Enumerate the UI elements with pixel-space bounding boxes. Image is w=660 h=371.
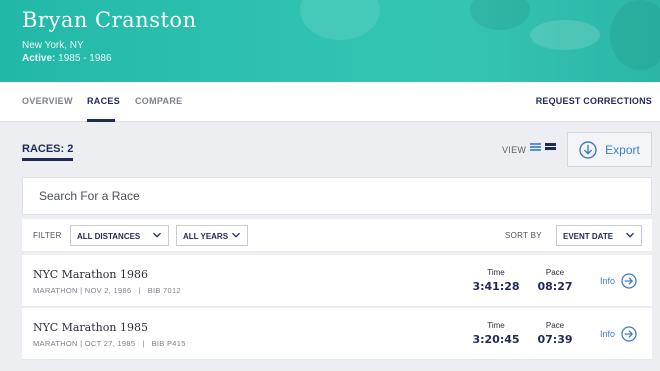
athlete-location: New York, NY: [22, 40, 84, 51]
view-label: VIEW: [502, 145, 527, 155]
pace-label: Pace: [545, 321, 565, 330]
chevron-down-icon: [153, 232, 161, 238]
race-search-box: [22, 177, 652, 215]
header-photo-shape: [610, 0, 660, 70]
compact-view-icon[interactable]: [545, 143, 556, 153]
distance-filter-select[interactable]: ALL DISTANCES: [70, 225, 169, 246]
arrow-right-circle-icon: [621, 326, 637, 342]
years-filter-value: ALL YEARS: [183, 232, 229, 241]
races-count: RACES: 2: [22, 143, 74, 161]
active-label: Active:: [22, 53, 56, 64]
active-range: 1985 - 1986: [58, 53, 112, 64]
time-label: Time: [487, 268, 505, 277]
race-type-date: MARATHON | NOV 2, 1986: [33, 286, 132, 295]
race-info-button[interactable]: Info: [600, 326, 637, 342]
years-filter-select[interactable]: ALL YEARS: [176, 225, 248, 246]
export-label: Export: [605, 142, 640, 157]
active-tab-indicator: [87, 119, 115, 122]
race-bib: BIB P415: [151, 339, 186, 348]
pace-value: 07:39: [537, 333, 573, 346]
race-info-button[interactable]: Info: [600, 273, 637, 289]
request-corrections-link[interactable]: REQUEST CORRECTIONS: [536, 96, 652, 106]
tab-bar: OVERVIEW RACES COMPARE REQUEST CORRECTIO…: [0, 82, 660, 122]
race-meta: MARATHON | OCT 27, 1985 | BIB P415: [33, 339, 186, 348]
distance-filter-value: ALL DISTANCES: [77, 232, 141, 241]
finish-time: 3:20:45: [472, 333, 520, 346]
sort-value: EVENT DATE: [563, 232, 614, 241]
pace-label: Pace: [545, 268, 565, 277]
race-type-date: MARATHON | OCT 27, 1985: [33, 339, 136, 348]
download-icon: [579, 140, 597, 159]
race-bib: BIB 7012: [147, 286, 181, 295]
list-view-icon[interactable]: [530, 143, 541, 153]
profile-header: Bryan Cranston New York, NY Active: 1985…: [0, 0, 660, 82]
athlete-active-years: Active: 1985 - 1986: [22, 53, 112, 64]
filter-label: FILTER: [33, 231, 62, 240]
sort-select[interactable]: EVENT DATE: [556, 225, 642, 246]
race-row[interactable]: NYC Marathon 1986 MARATHON | NOV 2, 1986…: [22, 255, 652, 307]
chevron-down-icon: [626, 232, 634, 238]
race-meta: MARATHON | NOV 2, 1986 | BIB 7012: [33, 286, 181, 295]
race-title[interactable]: NYC Marathon 1986: [33, 268, 148, 281]
header-photo-shape: [470, 0, 530, 30]
athlete-name: Bryan Cranston: [22, 8, 197, 32]
header-photo-shape: [300, 0, 380, 40]
sort-label: SORT BY: [505, 231, 542, 240]
export-button[interactable]: Export: [567, 132, 652, 167]
race-row[interactable]: NYC Marathon 1985 MARATHON | OCT 27, 198…: [22, 308, 652, 360]
info-label: Info: [600, 276, 616, 286]
arrow-right-circle-icon: [621, 273, 637, 289]
race-search-input[interactable]: [39, 189, 635, 203]
pace-value: 08:27: [537, 280, 573, 293]
header-photo-shape: [530, 20, 600, 50]
filter-bar: FILTER ALL DISTANCES ALL YEARS SORT BY E…: [22, 219, 652, 252]
tab-races[interactable]: RACES: [87, 96, 120, 106]
race-title[interactable]: NYC Marathon 1985: [33, 321, 148, 334]
info-label: Info: [600, 329, 616, 339]
time-label: Time: [487, 321, 505, 330]
chevron-down-icon: [232, 232, 240, 238]
finish-time: 3:41:28: [472, 280, 520, 293]
tab-compare[interactable]: COMPARE: [135, 96, 182, 106]
tab-overview[interactable]: OVERVIEW: [22, 96, 73, 106]
